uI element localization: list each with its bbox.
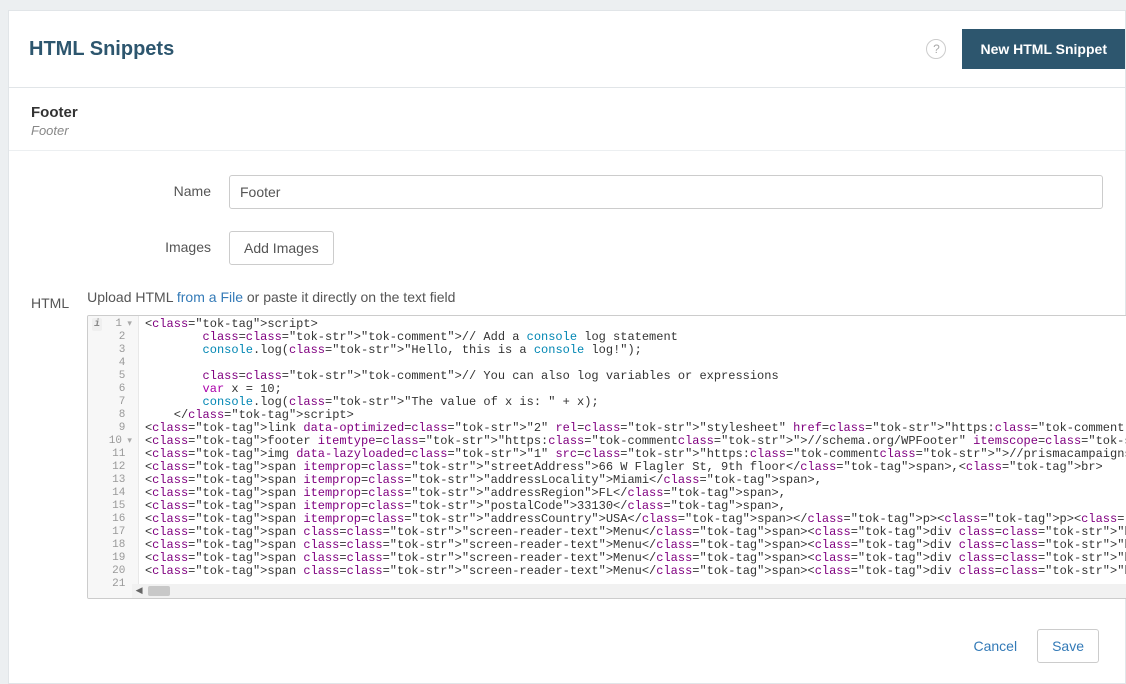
page-title: HTML Snippets [29, 38, 174, 61]
code-gutter: i 1▾ 2 3 4 5 6 7 8 9 10▾ 11 12 13 14 15 … [88, 316, 139, 598]
help-icon[interactable]: ? [926, 39, 946, 59]
add-images-button[interactable]: Add Images [229, 231, 334, 265]
images-label: Images [31, 231, 229, 255]
page-header: HTML Snippets ? New HTML Snippet [8, 10, 1126, 88]
horizontal-scrollbar[interactable]: ◀ ▶ [132, 584, 1126, 598]
new-html-snippet-button[interactable]: New HTML Snippet [962, 29, 1125, 69]
html-code-editor[interactable]: i 1▾ 2 3 4 5 6 7 8 9 10▾ 11 12 13 14 15 … [87, 315, 1126, 599]
name-label: Name [31, 175, 229, 199]
html-helper-prefix: Upload HTML [87, 289, 177, 305]
name-input[interactable] [229, 175, 1103, 209]
save-button[interactable]: Save [1037, 629, 1099, 663]
html-helper-text: Upload HTML from a File or paste it dire… [87, 287, 1126, 307]
entity-title: Footer [31, 104, 1103, 121]
code-body[interactable]: <class="tok-tag">script> class=class="to… [139, 316, 1126, 598]
html-label: HTML [31, 287, 87, 311]
html-helper-suffix: or paste it directly on the text field [243, 289, 455, 305]
entity-subtitle: Footer [31, 123, 1103, 138]
content-panel: Footer Footer Name Images Add Images HTM… [8, 88, 1126, 684]
upload-from-file-link[interactable]: from a File [177, 289, 243, 305]
scroll-left-arrow-icon[interactable]: ◀ [132, 584, 146, 598]
footer-actions: Cancel Save [9, 615, 1125, 663]
entity-header: Footer Footer [9, 88, 1125, 151]
cancel-button[interactable]: Cancel [961, 630, 1029, 662]
